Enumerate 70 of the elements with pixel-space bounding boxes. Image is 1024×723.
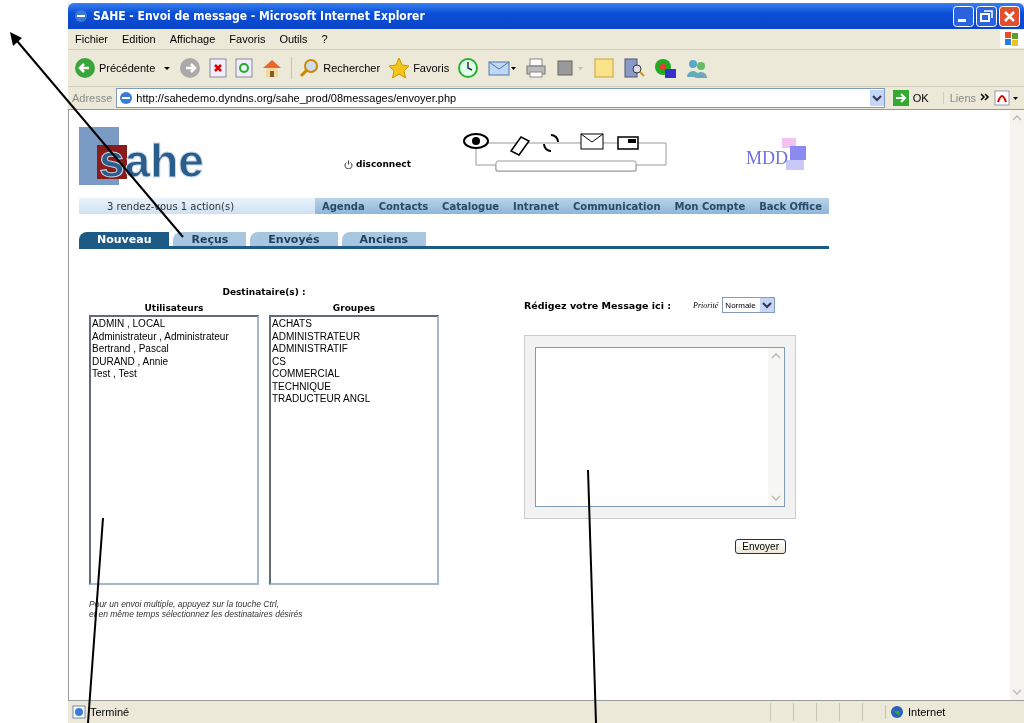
tab[interactable]: Anciens [341, 232, 427, 246]
list-option[interactable]: TECHNIQUE [272, 380, 436, 393]
nav-link[interactable]: Communication [572, 200, 661, 212]
minimize-icon[interactable] [953, 5, 974, 27]
nav-link[interactable]: Contacts [378, 200, 429, 212]
back-button[interactable]: Précédente [74, 57, 156, 79]
mdd-logo: MDD [745, 136, 808, 176]
list-option[interactable]: ADMINISTRATEUR [272, 330, 436, 343]
stop-icon[interactable] [209, 57, 228, 79]
list-option[interactable]: COMMERCIAL [272, 368, 436, 381]
list-option[interactable]: ADMIN , LOCAL [92, 318, 256, 331]
list-option[interactable]: TRADUCTEUR ANGL [272, 393, 436, 406]
list-option[interactable]: ACHATS [272, 318, 436, 331]
address-field[interactable]: http://sahedemo.dyndns.org/sahe_prod/08messages/envoyer.php [116, 88, 885, 108]
nav-link[interactable]: Back Office [759, 200, 822, 212]
refresh-icon[interactable] [235, 57, 254, 79]
list-heading: Utilisateurs [144, 303, 204, 313]
list-option[interactable]: DURAND , Annie [92, 355, 256, 368]
address-label: Adresse [72, 92, 113, 104]
zone-text: Internet [908, 706, 946, 718]
book-magnifier-icon[interactable] [623, 57, 646, 79]
send-button[interactable]: Envoyer [735, 539, 786, 554]
list-option[interactable]: CS [272, 355, 436, 368]
users-list[interactable]: ADMIN , LOCAL Administrateur , Administrateur Bertrand , Pascal DURAND , Annie Test , Test [89, 315, 259, 585]
list-option[interactable]: Administrateur , Administrateur [92, 330, 256, 343]
page-icon [119, 91, 134, 105]
status-text: Terminé [90, 706, 130, 718]
nav-link[interactable]: Catalogue [442, 200, 500, 212]
history-icon[interactable] [457, 57, 480, 79]
favorites-button[interactable]: Favoris [388, 57, 450, 79]
list-option[interactable]: ADMINISTRATIF [272, 343, 436, 356]
go-button[interactable]: OK [888, 90, 939, 106]
nav-link[interactable]: Intranet [513, 200, 559, 212]
printer-icon[interactable] [525, 57, 548, 79]
close-icon[interactable] [999, 5, 1020, 27]
list-heading: Groupes [332, 303, 376, 313]
scrollbar[interactable] [1010, 110, 1024, 700]
browser-icon [74, 9, 88, 23]
menu-item[interactable]: Edition [115, 33, 163, 45]
power-icon [344, 159, 353, 169]
restore-icon[interactable] [976, 5, 997, 27]
go-arrow-icon [892, 90, 909, 106]
list-option[interactable]: Test , Test [92, 368, 256, 381]
tab[interactable]: Nouveau [79, 232, 170, 246]
star-icon [388, 57, 411, 79]
search-button[interactable]: Rechercher [291, 57, 381, 79]
square-icon[interactable] [555, 57, 586, 79]
menu-item[interactable]: ? [314, 33, 335, 45]
menu-item[interactable]: Outils [272, 33, 315, 45]
page-icon [72, 705, 86, 719]
priority-select[interactable]: Normale [722, 297, 775, 313]
groups-list[interactable]: ACHATS ADMINISTRATEUR ADMINISTRATIF CS COMMERCIAL TECHNIQUE TRADUCTEUR ANGL [269, 315, 439, 585]
compose-label: Rédigez votre Message ici : [524, 299, 671, 311]
pdf-icon[interactable] [994, 90, 1020, 106]
tab[interactable]: Reçus [173, 232, 247, 246]
nav-link[interactable]: Agenda [321, 200, 365, 212]
tab[interactable]: Envoyés [250, 232, 338, 246]
menu-item[interactable]: Fichier [68, 33, 115, 45]
windows-flag-icon [1000, 30, 1024, 48]
recipients-label: Destinataire(s) : [221, 287, 307, 297]
nav-link[interactable]: Mon Compte [674, 200, 746, 212]
message-field[interactable] [535, 347, 785, 507]
menu-item[interactable]: Affichage [162, 33, 223, 45]
menu-item[interactable]: Favoris [222, 33, 273, 45]
window-title: SAHE - Envoi de message - Microsoft Internet Explorer [93, 9, 426, 23]
list-option[interactable]: Bertrand , Pascal [92, 343, 256, 356]
globe-icon [890, 705, 904, 719]
disconnect-link[interactable]: disconnect [344, 159, 411, 169]
search-icon [298, 57, 321, 79]
priority-label: Priorité [693, 300, 719, 310]
